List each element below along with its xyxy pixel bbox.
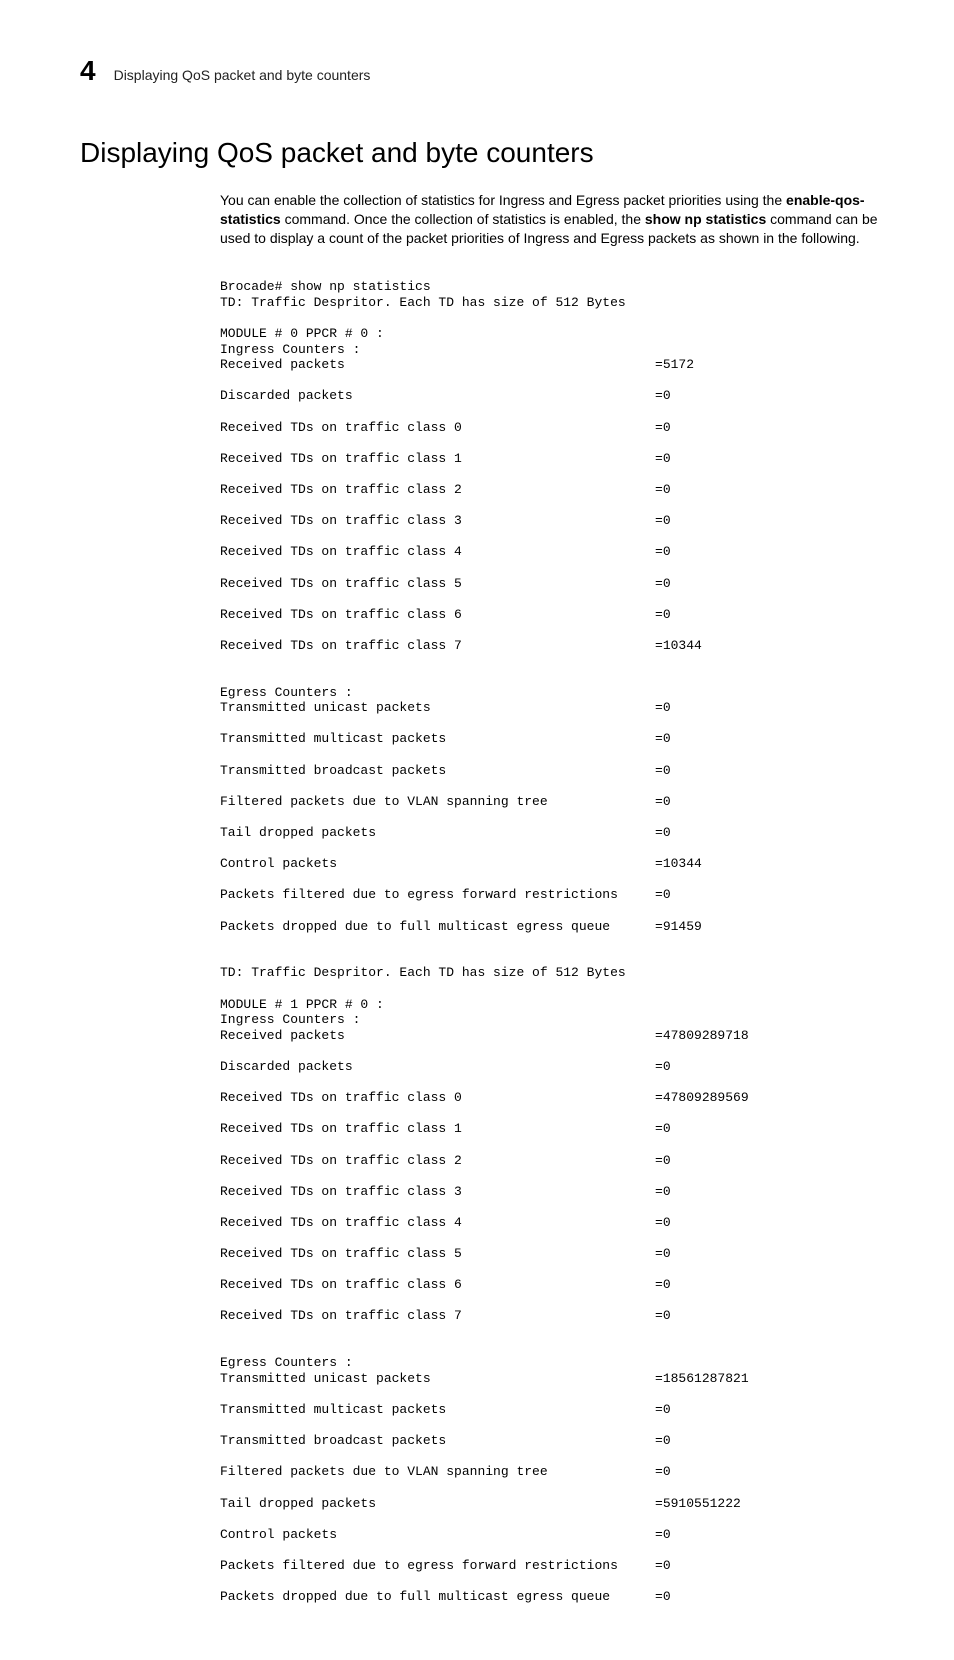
header-section-title: Displaying QoS packet and byte counters: [114, 67, 371, 83]
page-title: Displaying QoS packet and byte counters: [80, 137, 884, 169]
cli-output: Brocade# show np statistics TD: Traffic …: [220, 264, 884, 1621]
intro-paragraph: You can enable the collection of statist…: [220, 191, 884, 248]
chapter-number: 4: [80, 55, 96, 87]
